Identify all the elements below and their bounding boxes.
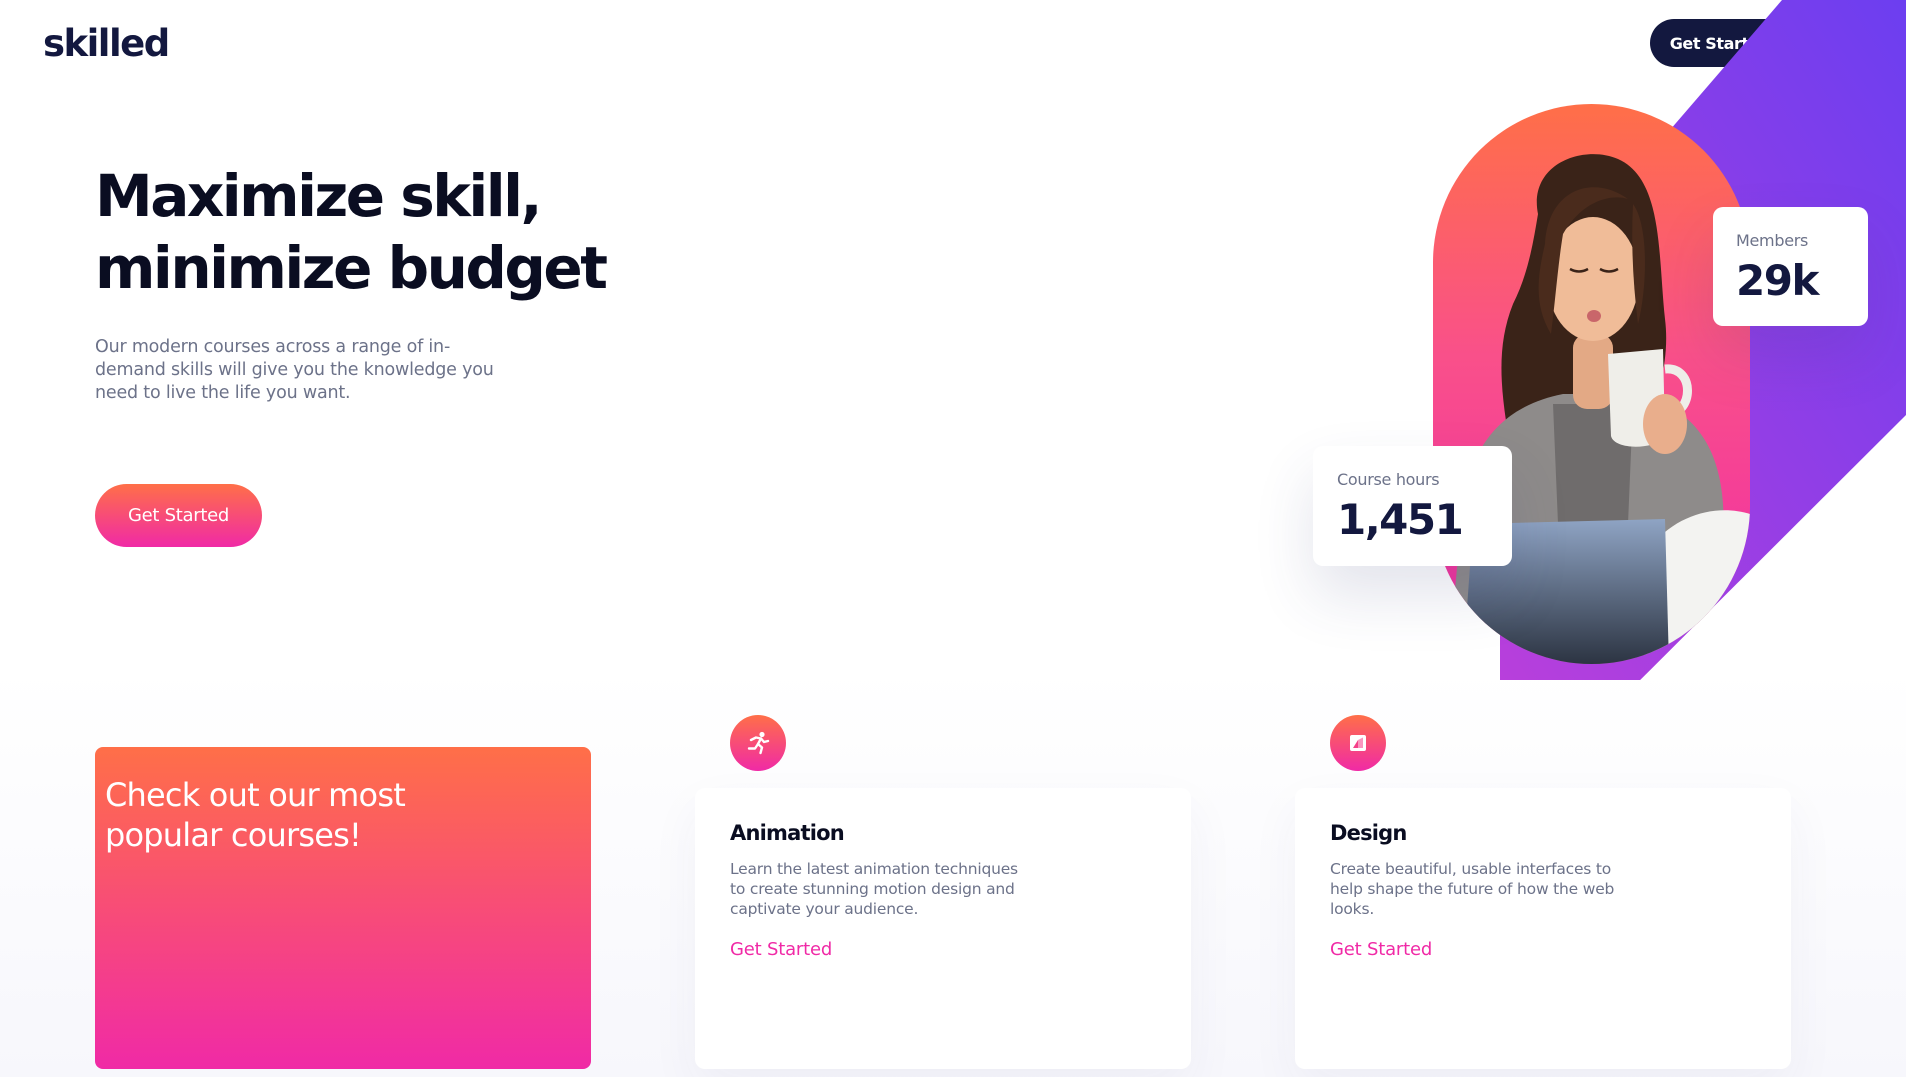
course-hours-value: 1,451 xyxy=(1337,495,1464,544)
course-card-design: Design Create beautiful, usable interfac… xyxy=(1295,788,1791,1069)
course-description: Create beautiful, usable interfaces to h… xyxy=(1330,860,1615,918)
animation-get-started-link[interactable]: Get Started xyxy=(730,939,832,960)
logo[interactable]: skilled xyxy=(43,22,170,65)
hero-get-started-button[interactable]: Get Started xyxy=(95,484,262,547)
popular-courses-promo: Check out our most popular courses! xyxy=(95,747,591,1069)
course-hours-label: Course hours xyxy=(1337,470,1440,489)
hero-title: Maximize skill, minimize budget xyxy=(95,160,655,304)
members-stat-card: Members 29k xyxy=(1713,207,1868,326)
hero-photo xyxy=(1433,104,1750,664)
course-hours-stat-card: Course hours 1,451 xyxy=(1313,446,1512,566)
course-description: Learn the latest animation techniques to… xyxy=(730,860,1018,918)
members-value: 29k xyxy=(1736,256,1819,305)
design-get-started-link[interactable]: Get Started xyxy=(1330,939,1432,960)
hero-title-line2: minimize budget xyxy=(95,234,608,302)
course-title: Design xyxy=(1330,821,1407,845)
hero-description: Our modern courses across a range of in-… xyxy=(95,337,494,403)
members-label: Members xyxy=(1736,231,1809,250)
hero-title-line1: Maximize skill, xyxy=(95,162,543,230)
course-card-animation: Animation Learn the latest animation tec… xyxy=(695,788,1191,1069)
promo-title: Check out our most popular courses! xyxy=(105,776,406,854)
animation-icon xyxy=(730,715,786,771)
course-title: Animation xyxy=(730,821,845,845)
design-icon xyxy=(1330,715,1386,771)
